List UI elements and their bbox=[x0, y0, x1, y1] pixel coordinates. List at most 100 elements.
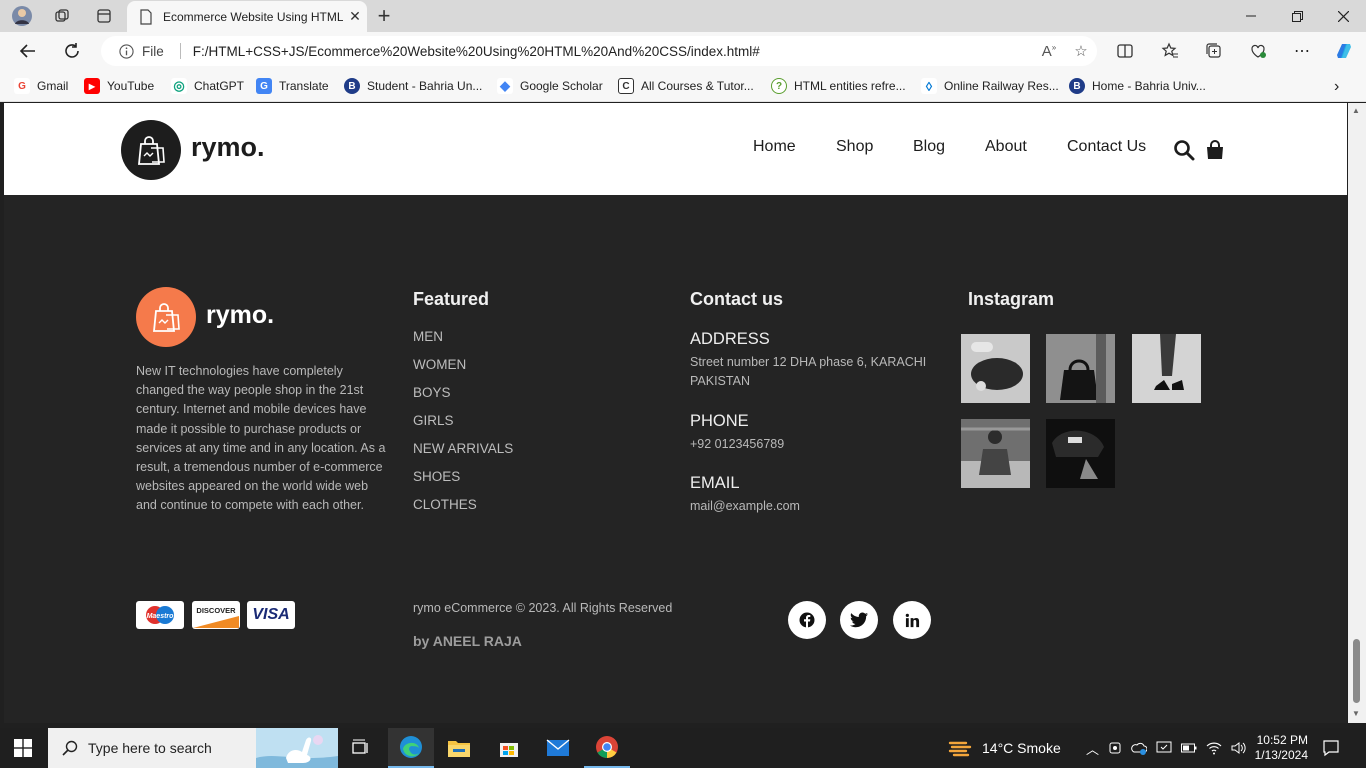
url-text[interactable]: F:/HTML+CSS+JS/Ecommerce%20Website%20Usi… bbox=[193, 44, 1033, 59]
bookmark-label: Online Railway Res... bbox=[944, 79, 1059, 93]
favorite-star-icon[interactable]: ☆ bbox=[1065, 42, 1097, 60]
mail-icon[interactable] bbox=[535, 728, 581, 768]
bookmark-label: HTML entities refre... bbox=[794, 79, 906, 93]
nav-contact-us[interactable]: Contact Us bbox=[1067, 138, 1146, 156]
nav-shop[interactable]: Shop bbox=[836, 138, 873, 156]
restore-button[interactable] bbox=[1274, 0, 1320, 32]
battery-icon[interactable] bbox=[1181, 743, 1197, 753]
new-tab-button[interactable]: + bbox=[372, 3, 396, 28]
copyright-text: rymo eCommerce © 2023. All Rights Reserv… bbox=[413, 601, 673, 615]
bookmark-item[interactable]: ▶ YouTube bbox=[84, 78, 154, 94]
read-aloud-icon[interactable]: A» bbox=[1033, 43, 1065, 60]
scroll-down-arrow-icon[interactable]: ▼ bbox=[1352, 709, 1360, 718]
instagram-photo[interactable] bbox=[1046, 419, 1115, 488]
bookmark-item[interactable]: ◊ Online Railway Res... bbox=[921, 78, 1059, 94]
notifications-icon[interactable] bbox=[1322, 728, 1340, 768]
address-bar[interactable]: File F:/HTML+CSS+JS/Ecommerce%20Website%… bbox=[101, 36, 1097, 66]
featured-link-girls[interactable]: GIRLS bbox=[413, 413, 513, 441]
featured-link-women[interactable]: WOMEN bbox=[413, 357, 513, 385]
display-icon[interactable] bbox=[1156, 741, 1172, 755]
instagram-photo[interactable] bbox=[961, 334, 1030, 403]
bahria-icon: B bbox=[344, 78, 360, 94]
browser-essentials-icon[interactable] bbox=[1244, 37, 1272, 65]
bookmarks-overflow-chevron-icon[interactable]: › bbox=[1334, 78, 1339, 96]
twitter-icon[interactable] bbox=[840, 601, 878, 639]
bookmark-item[interactable]: G Translate bbox=[256, 78, 329, 94]
search-icon[interactable] bbox=[1173, 139, 1195, 161]
microsoft-store-icon[interactable] bbox=[486, 728, 532, 768]
footer-brand-name: rymo. bbox=[206, 301, 275, 329]
tray-app-icon[interactable] bbox=[1108, 741, 1122, 755]
instagram-photo[interactable] bbox=[1046, 334, 1115, 403]
brand-name[interactable]: rymo. bbox=[191, 132, 265, 163]
featured-link-boys[interactable]: BOYS bbox=[413, 385, 513, 413]
tray-chevron-up-icon[interactable]: ︿ bbox=[1086, 739, 1099, 758]
bookmark-label: Google Scholar bbox=[520, 79, 603, 93]
scholar-icon: ◆ bbox=[497, 78, 513, 94]
bookmark-item[interactable]: C All Courses & Tutor... bbox=[618, 78, 754, 94]
tab-actions-icon[interactable] bbox=[92, 4, 116, 28]
site-info-button[interactable]: File bbox=[101, 44, 164, 59]
instagram-photo[interactable] bbox=[1132, 334, 1201, 403]
active-tab[interactable]: Ecommerce Website Using HTML ✕ bbox=[127, 1, 367, 32]
bookmark-label: YouTube bbox=[107, 79, 155, 93]
bookmark-label: Translate bbox=[279, 79, 329, 93]
favorites-icon[interactable] bbox=[1156, 37, 1184, 65]
bookmark-item[interactable]: ◆ Google Scholar bbox=[497, 78, 603, 94]
featured-link-clothes[interactable]: CLOTHES bbox=[413, 497, 513, 525]
featured-link-men[interactable]: MEN bbox=[413, 329, 513, 357]
author-byline: by ANEEL RAJA bbox=[413, 633, 522, 649]
bookmark-item[interactable]: B Home - Bahria Univ... bbox=[1069, 78, 1206, 94]
windows-taskbar: Type here to search 14°C Smoke ︿ 10:52 P… bbox=[0, 728, 1366, 768]
weather-widget[interactable]: 14°C Smoke bbox=[948, 728, 1061, 768]
facebook-icon[interactable] bbox=[788, 601, 826, 639]
clock[interactable]: 10:52 PM 1/13/2024 bbox=[1252, 728, 1308, 768]
workspaces-icon[interactable] bbox=[50, 4, 74, 28]
profile-avatar-icon[interactable] bbox=[10, 4, 34, 28]
featured-link-new-arrivals[interactable]: NEW ARRIVALS bbox=[413, 441, 513, 469]
edge-taskbar-icon[interactable] bbox=[388, 728, 434, 768]
minimize-button[interactable] bbox=[1228, 0, 1274, 32]
split-screen-icon[interactable] bbox=[1111, 37, 1139, 65]
refresh-button[interactable] bbox=[58, 37, 86, 65]
file-explorer-icon[interactable] bbox=[436, 728, 482, 768]
close-window-button[interactable] bbox=[1320, 0, 1366, 32]
collections-icon[interactable] bbox=[1200, 37, 1228, 65]
bookmark-item[interactable]: B Student - Bahria Un... bbox=[344, 78, 482, 94]
email-label: EMAIL bbox=[690, 474, 740, 492]
bookmark-item[interactable]: ? HTML entities refre... bbox=[771, 78, 906, 94]
nav-home[interactable]: Home bbox=[753, 138, 796, 156]
taskbar-search-box[interactable]: Type here to search bbox=[48, 728, 338, 768]
bookmark-item[interactable]: ◎ ChatGPT bbox=[171, 78, 244, 94]
linkedin-icon[interactable] bbox=[893, 601, 931, 639]
onedrive-icon[interactable] bbox=[1131, 741, 1148, 755]
scrollbar-thumb[interactable] bbox=[1353, 639, 1360, 703]
scroll-up-arrow-icon[interactable]: ▲ bbox=[1352, 106, 1360, 115]
tab-close-button[interactable]: ✕ bbox=[343, 8, 367, 25]
task-view-icon[interactable] bbox=[338, 728, 384, 768]
chrome-icon[interactable] bbox=[584, 728, 630, 768]
bookmark-item[interactable]: G Gmail bbox=[14, 78, 68, 94]
tab-title: Ecommerce Website Using HTML bbox=[163, 9, 343, 24]
brand-logo-icon[interactable] bbox=[121, 120, 181, 180]
nav-blog[interactable]: Blog bbox=[913, 138, 945, 156]
more-options-icon[interactable]: ⋯ bbox=[1288, 37, 1316, 65]
featured-link-shoes[interactable]: SHOES bbox=[413, 469, 513, 497]
system-tray: ︿ bbox=[1086, 728, 1247, 768]
weather-text: 14°C Smoke bbox=[982, 740, 1061, 756]
address-divider bbox=[179, 43, 181, 59]
search-icon bbox=[62, 740, 78, 756]
shopping-bag-icon[interactable] bbox=[1204, 139, 1226, 161]
instagram-photo[interactable] bbox=[961, 419, 1030, 488]
site-header: rymo. Home Shop Blog About Contact Us bbox=[4, 103, 1347, 195]
footer-logo-icon[interactable] bbox=[136, 287, 196, 347]
windows-start-icon[interactable] bbox=[0, 728, 46, 768]
back-button[interactable] bbox=[14, 37, 42, 65]
wifi-icon[interactable] bbox=[1206, 741, 1222, 755]
nav-about[interactable]: About bbox=[985, 138, 1027, 156]
volume-icon[interactable] bbox=[1231, 741, 1247, 755]
file-label: File bbox=[142, 43, 164, 59]
contact-title: Contact us bbox=[690, 289, 784, 309]
copilot-icon[interactable] bbox=[1330, 37, 1358, 65]
page-scrollbar[interactable]: ▲ ▼ bbox=[1348, 103, 1366, 723]
